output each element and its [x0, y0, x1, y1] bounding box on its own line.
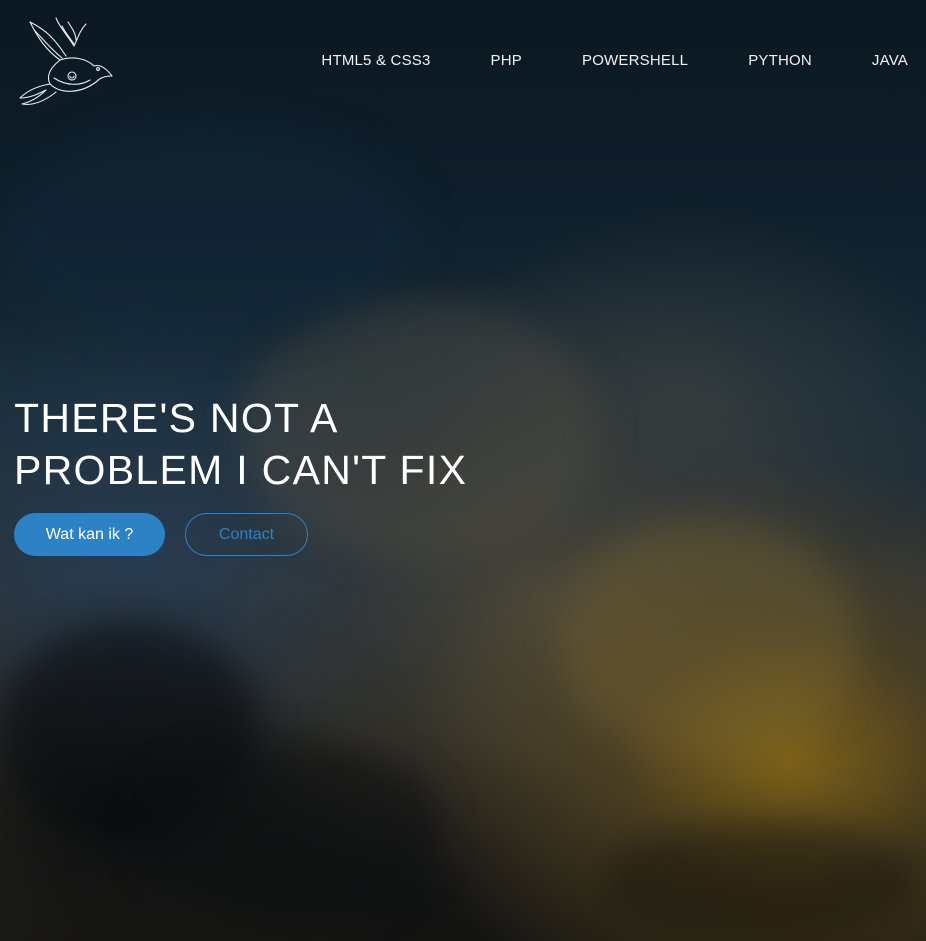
nav-item-php[interactable]: PHP — [491, 52, 522, 69]
site-header: HTML5 & CSS3 PHP POWERSHELL PYTHON JAVA — [0, 0, 926, 120]
hero-title-line-2: PROBLEM I CAN'T FIX — [14, 447, 468, 493]
what-can-i-do-button[interactable]: Wat kan ik ? — [14, 513, 165, 556]
hero-section: THERE'S NOT A PROBLEM I CAN'T FIX Wat ka… — [14, 392, 467, 556]
nav-item-html5-css3[interactable]: HTML5 & CSS3 — [321, 52, 430, 69]
background-cloud — [140, 740, 440, 920]
nav-item-python[interactable]: PYTHON — [748, 52, 812, 69]
background-cloud — [0, 120, 420, 340]
hero-title-line-1: THERE'S NOT A — [14, 395, 339, 441]
hero-page: HTML5 & CSS3 PHP POWERSHELL PYTHON JAVA … — [0, 0, 926, 941]
main-nav: HTML5 & CSS3 PHP POWERSHELL PYTHON JAVA — [321, 52, 908, 69]
background-cloud — [600, 820, 920, 940]
nav-item-powershell[interactable]: POWERSHELL — [582, 52, 688, 69]
nav-item-java[interactable]: JAVA — [872, 52, 908, 69]
hero-title: THERE'S NOT A PROBLEM I CAN'T FIX — [14, 392, 467, 496]
background-cloud — [560, 520, 860, 760]
hero-buttons: Wat kan ik ? Contact — [14, 513, 467, 556]
contact-button[interactable]: Contact — [185, 513, 308, 556]
swallow-bird-icon[interactable] — [16, 16, 114, 106]
